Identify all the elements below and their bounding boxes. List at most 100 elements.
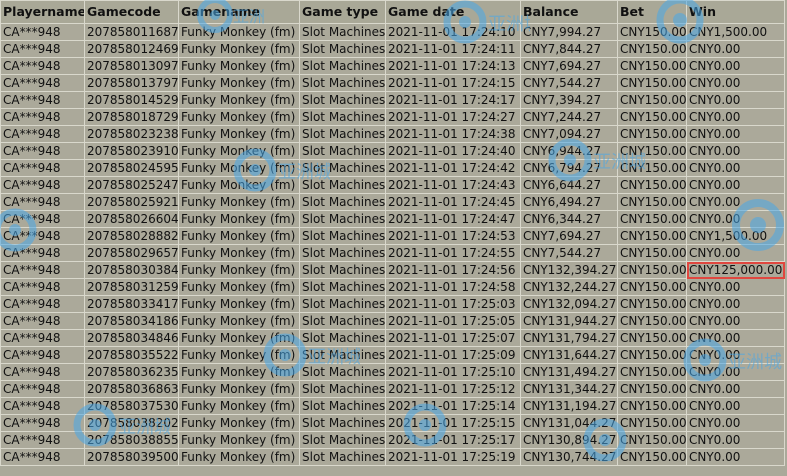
cell-balance: CNY132,394.27 [520, 261, 618, 279]
cell-balance: CNY130,744.27 [520, 448, 618, 466]
cell-playername: CA***948 [0, 40, 85, 58]
cell-win: CNY0.00 [686, 431, 785, 449]
cell-balance: CNY6,944.27 [520, 142, 618, 160]
cell-bet: CNY150.00 [617, 159, 687, 177]
column-header-win: Win [686, 0, 785, 24]
cell-win: CNY0.00 [686, 312, 785, 330]
cell-playername: CA***948 [0, 142, 85, 160]
table-row: CA***948 207858034846 Funky Monkey (fm) Slo… [0, 329, 785, 347]
cell-playername: CA***948 [0, 295, 85, 313]
table-row: CA***948 207858012469 Funky Monkey (fm) Slo… [0, 40, 785, 58]
cell-game-type: Slot Machines [299, 74, 386, 92]
table-row: CA***948 207858025921 Funky Monkey (fm) Slo… [0, 193, 785, 211]
cell-gamename: Funky Monkey (fm) [178, 227, 300, 245]
cell-win: CNY0.00 [686, 142, 785, 160]
cell-gamecode: 207858035522 [84, 346, 179, 364]
cell-balance: CNY131,494.27 [520, 363, 618, 381]
cell-gamename: Funky Monkey (fm) [178, 414, 300, 432]
cell-balance: CNY6,794.27 [520, 159, 618, 177]
cell-playername: CA***948 [0, 278, 85, 296]
cell-win: CNY0.00 [686, 91, 785, 109]
cell-game-date: 2021-11-01 17:24:10 [385, 23, 521, 41]
cell-win: CNY0.00 [686, 448, 785, 466]
cell-game-date: 2021-11-01 17:25:09 [385, 346, 521, 364]
cell-bet: CNY150.00 [617, 227, 687, 245]
cell-bet: CNY150.00 [617, 40, 687, 58]
cell-win: CNY0.00 [686, 278, 785, 296]
cell-game-type: Slot Machines [299, 210, 386, 228]
cell-gamecode: 207858014529 [84, 91, 179, 109]
cell-gamecode: 207858037530 [84, 397, 179, 415]
cell-balance: CNY7,544.27 [520, 244, 618, 262]
cell-win: CNY0.00 [686, 346, 785, 364]
cell-bet: CNY150.00 [617, 91, 687, 109]
cell-gamename: Funky Monkey (fm) [178, 397, 300, 415]
cell-playername: CA***948 [0, 414, 85, 432]
cell-playername: CA***948 [0, 363, 85, 381]
column-header-bet: Bet [617, 0, 687, 24]
cell-gamecode: 207858030384 [84, 261, 179, 279]
cell-playername: CA***948 [0, 193, 85, 211]
cell-game-date: 2021-11-01 17:24:17 [385, 91, 521, 109]
cell-bet: CNY150.00 [617, 125, 687, 143]
column-header-game-type: Game type [299, 0, 386, 24]
cell-game-date: 2021-11-01 17:25:15 [385, 414, 521, 432]
cell-game-date: 2021-11-01 17:24:38 [385, 125, 521, 143]
cell-gamecode: 207858024595 [84, 159, 179, 177]
cell-gamename: Funky Monkey (fm) [178, 125, 300, 143]
cell-playername: CA***948 [0, 176, 85, 194]
cell-win: CNY0.00 [686, 380, 785, 398]
cell-bet: CNY150.00 [617, 295, 687, 313]
table-row: CA***948 207858028882 Funky Monkey (fm) Slo… [0, 227, 785, 245]
cell-win: CNY0.00 [686, 363, 785, 381]
table-row: CA***948 207858031259 Funky Monkey (fm) Slo… [0, 278, 785, 296]
table-row: CA***948 207858024595 Funky Monkey (fm) Slo… [0, 159, 785, 177]
cell-game-date: 2021-11-01 17:25:03 [385, 295, 521, 313]
cell-win: CNY1,500.00 [686, 227, 785, 245]
cell-win: CNY0.00 [686, 176, 785, 194]
cell-game-date: 2021-11-01 17:25:12 [385, 380, 521, 398]
cell-gamename: Funky Monkey (fm) [178, 448, 300, 466]
cell-gamecode: 207858025247 [84, 176, 179, 194]
table-header-row: Playername Gamecode Gamename Game type G… [0, 0, 785, 24]
cell-game-date: 2021-11-01 17:25:14 [385, 397, 521, 415]
table-row: CA***948 207858037530 Funky Monkey (fm) Slo… [0, 397, 785, 415]
cell-playername: CA***948 [0, 431, 85, 449]
cell-balance: CNY131,794.27 [520, 329, 618, 347]
cell-balance: CNY7,694.27 [520, 227, 618, 245]
cell-bet: CNY150.00 [617, 210, 687, 228]
cell-win: CNY0.00 [686, 414, 785, 432]
cell-gamecode: 207858013797 [84, 74, 179, 92]
cell-game-type: Slot Machines [299, 295, 386, 313]
cell-gamename: Funky Monkey (fm) [178, 261, 300, 279]
cell-gamecode: 207858013097 [84, 57, 179, 75]
table-row: CA***948 207858039500 Funky Monkey (fm) Slo… [0, 448, 785, 466]
cell-gamecode: 207858026604 [84, 210, 179, 228]
cell-game-date: 2021-11-01 17:24:45 [385, 193, 521, 211]
cell-game-type: Slot Machines [299, 448, 386, 466]
cell-game-type: Slot Machines [299, 40, 386, 58]
cell-balance: CNY132,244.27 [520, 278, 618, 296]
cell-balance: CNY7,694.27 [520, 57, 618, 75]
cell-bet: CNY150.00 [617, 278, 687, 296]
cell-game-type: Slot Machines [299, 244, 386, 262]
table-row: CA***948 207858018729 Funky Monkey (fm) Slo… [0, 108, 785, 126]
cell-gamename: Funky Monkey (fm) [178, 363, 300, 381]
cell-game-type: Slot Machines [299, 142, 386, 160]
cell-playername: CA***948 [0, 108, 85, 126]
cell-balance: CNY132,094.27 [520, 295, 618, 313]
cell-game-date: 2021-11-01 17:24:53 [385, 227, 521, 245]
cell-game-date: 2021-11-01 17:24:55 [385, 244, 521, 262]
cell-playername: CA***948 [0, 159, 85, 177]
cell-gamecode: 207858039500 [84, 448, 179, 466]
cell-bet: CNY150.00 [617, 57, 687, 75]
cell-bet: CNY150.00 [617, 397, 687, 415]
cell-game-date: 2021-11-01 17:25:07 [385, 329, 521, 347]
cell-game-date: 2021-11-01 17:25:10 [385, 363, 521, 381]
table-row: CA***948 207858025247 Funky Monkey (fm) Slo… [0, 176, 785, 194]
cell-game-type: Slot Machines [299, 278, 386, 296]
cell-game-type: Slot Machines [299, 91, 386, 109]
cell-balance: CNY6,344.27 [520, 210, 618, 228]
cell-bet: CNY150.00 [617, 329, 687, 347]
cell-win: CNY0.00 [686, 397, 785, 415]
